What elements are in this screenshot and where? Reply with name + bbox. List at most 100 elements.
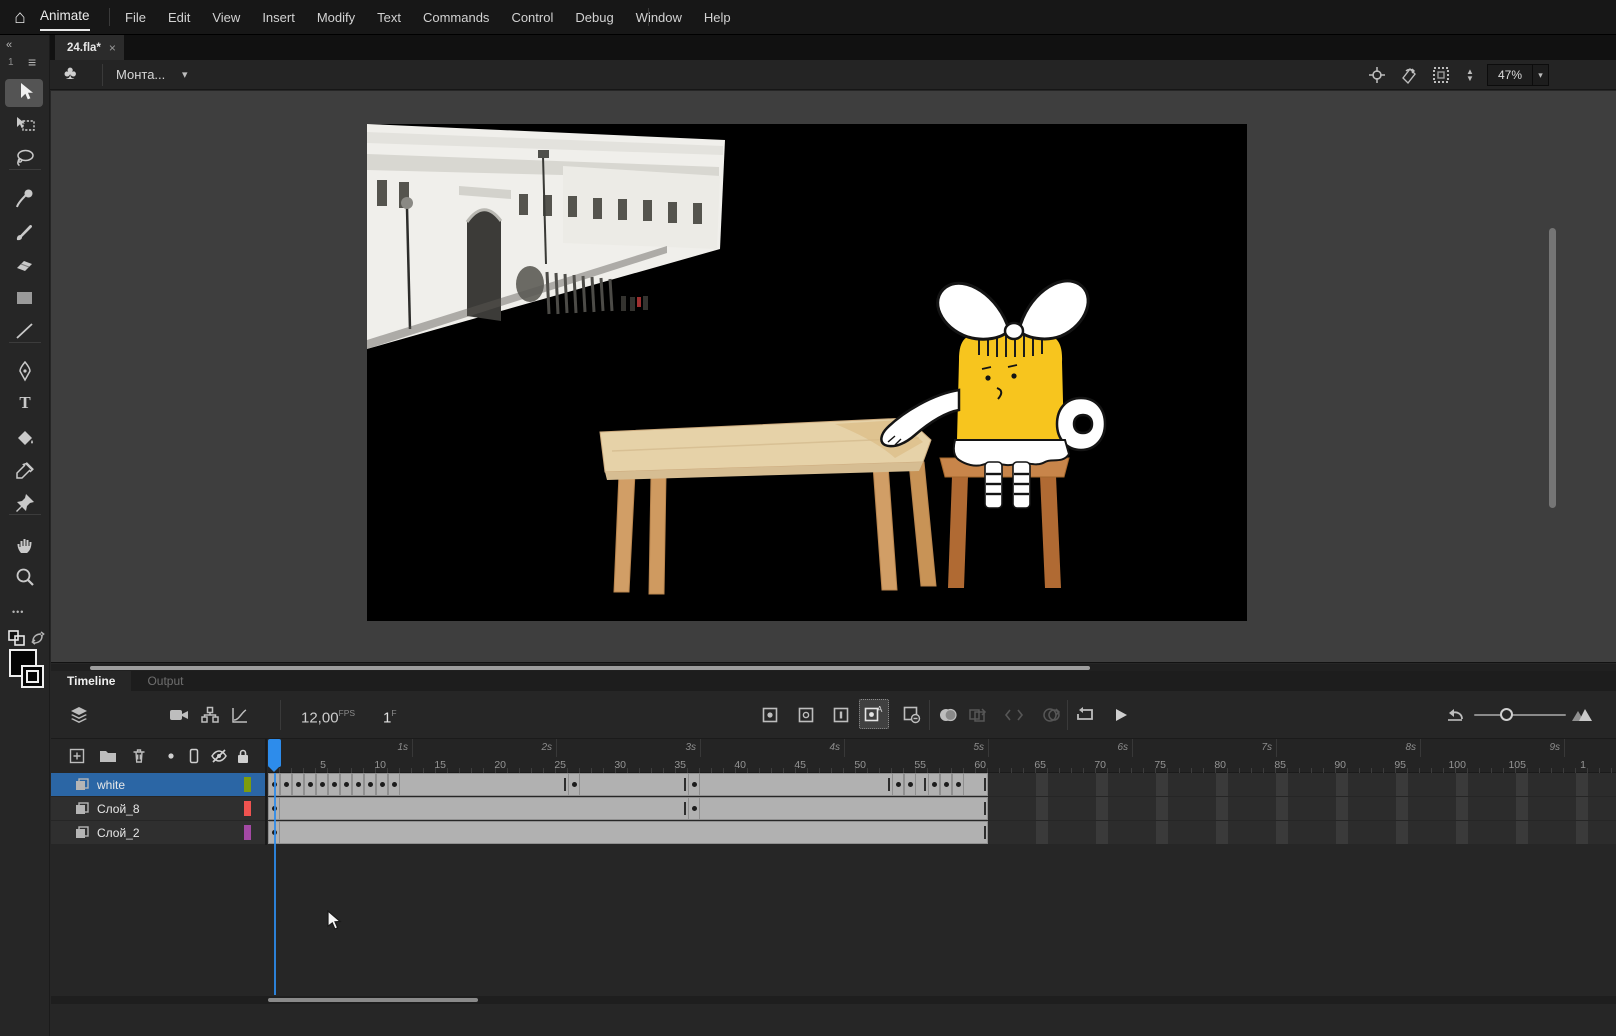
rotate-view-icon[interactable] xyxy=(1399,65,1419,85)
layer-frames-white[interactable] xyxy=(268,773,1616,796)
layer-outline-color-swatch[interactable] xyxy=(244,801,251,816)
zoom-chevron-down-icon[interactable]: ▾ xyxy=(1532,65,1548,85)
frame-stripe xyxy=(1516,797,1528,820)
ruler-section-line xyxy=(556,739,557,757)
center-stage-icon[interactable] xyxy=(1367,65,1387,85)
keyframe-dot xyxy=(932,782,937,787)
fluid-brush-tool[interactable] xyxy=(13,187,37,211)
ruler-second-label: 9s xyxy=(1528,742,1560,753)
menu-item-control[interactable]: Control xyxy=(500,0,564,35)
asset-warp-pin-tool[interactable] xyxy=(13,491,37,515)
menu-item-window[interactable]: Window xyxy=(625,0,693,35)
frame-stripe xyxy=(1156,773,1168,796)
ruler-section-line xyxy=(1132,739,1133,757)
classic-brush-tool[interactable] xyxy=(13,220,37,244)
default-colors-icon[interactable] xyxy=(8,630,26,646)
keyframe-cell xyxy=(688,773,700,796)
timeline-horizontal-scrollbar-track[interactable] xyxy=(51,996,1616,1004)
frame-stripe xyxy=(1216,821,1228,844)
pen-tool[interactable] xyxy=(13,359,37,383)
menu-item-modify[interactable]: Modify xyxy=(306,0,366,35)
line-tool[interactable] xyxy=(13,319,37,343)
more-tools-icon[interactable]: ••• xyxy=(12,607,24,617)
empty-frames xyxy=(988,797,1616,820)
keyframe-cell xyxy=(904,773,916,796)
layer-outline-color-swatch[interactable] xyxy=(244,777,251,792)
ruler-second-label: 3s xyxy=(664,742,696,753)
stage-vertical-scrollbar[interactable] xyxy=(1549,228,1556,508)
layer-name[interactable]: white xyxy=(97,778,236,792)
ruler-frame-number: 25 xyxy=(536,759,566,771)
keyframe-cell xyxy=(892,773,904,796)
layer-row-white[interactable]: white xyxy=(51,773,265,796)
menu-item-insert[interactable]: Insert xyxy=(251,0,306,35)
frame-stripe xyxy=(1516,821,1528,844)
menu-item-text[interactable]: Text xyxy=(366,0,412,35)
playhead[interactable] xyxy=(268,739,281,767)
menu-item-edit[interactable]: Edit xyxy=(157,0,201,35)
layer-frames-Слой_2[interactable] xyxy=(268,821,1616,844)
empty-frames xyxy=(988,773,1616,796)
layer-row-Слой_8[interactable]: Слой_8 xyxy=(51,797,265,820)
menu-item-view[interactable]: View xyxy=(201,0,251,35)
stage-canvas[interactable] xyxy=(367,124,1247,621)
frame-stripe xyxy=(1336,797,1348,820)
frame-span xyxy=(268,797,988,820)
close-tab-icon[interactable]: × xyxy=(109,41,116,55)
scene-icon[interactable]: ♣ xyxy=(64,63,76,85)
panel-menu-icon[interactable]: ≡ xyxy=(28,54,36,70)
layer-name[interactable]: Слой_2 xyxy=(97,826,236,840)
eyedropper-tool[interactable] xyxy=(13,459,37,483)
app-title[interactable]: Animate xyxy=(40,8,90,31)
ruler-section-line xyxy=(412,739,413,757)
edit-bar: ♣ Монта... ▾ ▲▼ 47% ▾ xyxy=(50,60,1616,90)
rectangle-tool[interactable] xyxy=(13,286,37,310)
paint-bucket-tool[interactable] xyxy=(13,426,37,450)
frame-stripe xyxy=(1336,821,1348,844)
ruler-frame-number: 105 xyxy=(1496,759,1526,771)
ruler-frame-number: 10 xyxy=(356,759,386,771)
ruler-frame-number: 40 xyxy=(716,759,746,771)
menu-item-commands[interactable]: Commands xyxy=(412,0,500,35)
empty-frames xyxy=(988,821,1616,844)
hand-tool[interactable] xyxy=(13,532,37,556)
frame-stripe xyxy=(1216,797,1228,820)
layer-frames-divider[interactable] xyxy=(265,739,267,845)
collapse-panel-icon[interactable]: « xyxy=(6,39,12,51)
zoom-level-select[interactable]: 47% ▾ xyxy=(1487,64,1549,86)
scene-breadcrumb[interactable]: Монта... xyxy=(116,67,165,82)
eraser-tool[interactable] xyxy=(13,253,37,277)
stage-pasteboard[interactable] xyxy=(51,91,1616,662)
menu-item-help[interactable]: Help xyxy=(693,0,742,35)
frame-stripe xyxy=(1276,821,1288,844)
frame-stripe xyxy=(1036,821,1048,844)
selection-tool[interactable] xyxy=(13,80,37,104)
ruler-second-label: 6s xyxy=(1096,742,1128,753)
layer-frames-Слой_8[interactable] xyxy=(268,797,1616,820)
document-tab[interactable]: 24.fla* × xyxy=(55,35,124,60)
fill-stroke-color-swatches[interactable] xyxy=(9,649,45,689)
keyframe-dot xyxy=(380,782,385,787)
scene-chevron-down-icon[interactable]: ▾ xyxy=(182,68,188,81)
keyframe-cell xyxy=(928,773,940,796)
zoom-tool[interactable] xyxy=(13,565,37,589)
clip-content-icon[interactable] xyxy=(1431,65,1451,85)
layer-outline-color-swatch[interactable] xyxy=(244,825,251,840)
swap-colors-icon[interactable] xyxy=(30,630,46,646)
menu-item-file[interactable]: File xyxy=(114,0,157,35)
lasso-tool[interactable] xyxy=(13,146,37,170)
menu-item-debug[interactable]: Debug xyxy=(564,0,624,35)
keyframe-dot xyxy=(332,782,337,787)
timeline-horizontal-scrollbar[interactable] xyxy=(268,998,478,1002)
stage-artwork xyxy=(367,124,1247,621)
zoom-stepper[interactable]: ▲▼ xyxy=(1462,64,1478,86)
ruler-second-label: 4s xyxy=(808,742,840,753)
text-tool[interactable]: T xyxy=(13,393,37,417)
home-icon[interactable]: ⌂ xyxy=(6,6,34,30)
layer-name[interactable]: Слой_8 xyxy=(97,802,236,816)
frame-stripe xyxy=(1516,773,1528,796)
layer-row-Слой_2[interactable]: Слой_2 xyxy=(51,821,265,844)
frame-end-marker xyxy=(888,778,890,791)
subselection-tool[interactable] xyxy=(13,113,37,137)
timeline-panel: Timeline Output ≡ 12,00FPS 1F xyxy=(51,662,1616,1036)
